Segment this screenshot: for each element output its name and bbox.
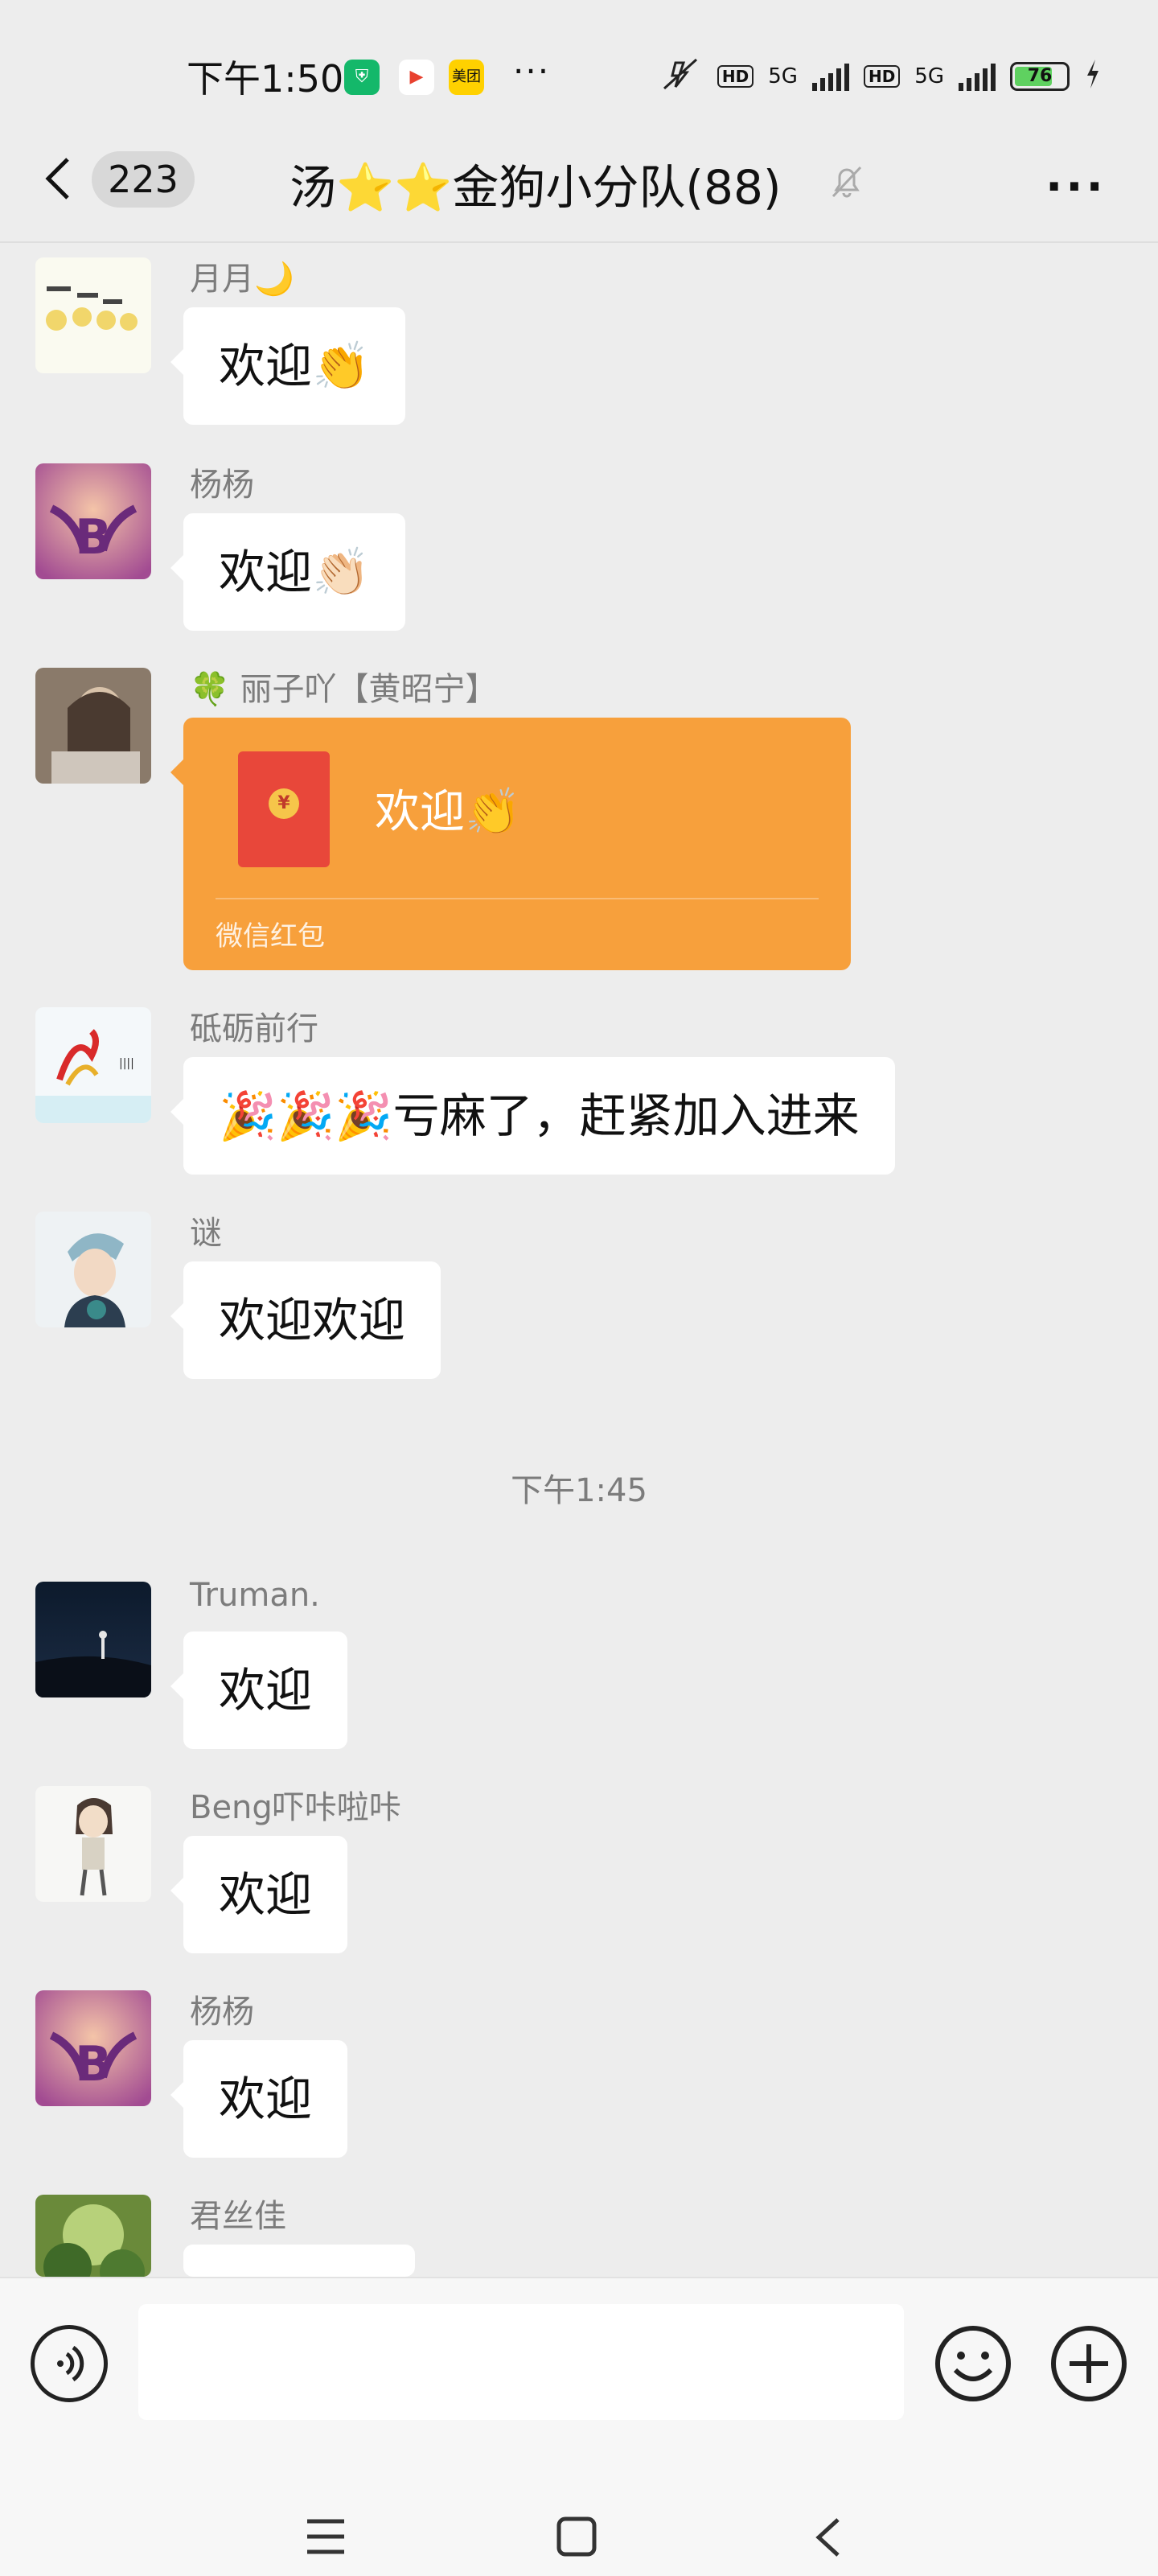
- message-bubble[interactable]: [170, 2245, 415, 2312]
- chat-timestamp: 下午1:45: [511, 1472, 647, 1509]
- message-bubble[interactable]: 欢迎👏: [170, 307, 406, 425]
- avatar[interactable]: B: [35, 463, 151, 579]
- input-bar: [0, 2277, 1158, 2576]
- message-bubble[interactable]: 🎉🎉🎉亏麻了，赶紧加入进来: [170, 1057, 895, 1175]
- muted-bell-icon: [827, 161, 867, 201]
- avatar[interactable]: ||||: [35, 1007, 151, 1123]
- nav-menu-button[interactable]: [306, 2518, 346, 2555]
- signal-icon-1: [811, 62, 849, 91]
- sender-name: 🍀 丽子吖【黄昭宁】: [190, 671, 498, 708]
- sender-name: Beng吓咔啦咔: [190, 1789, 401, 1826]
- nav-home-button[interactable]: [556, 2516, 597, 2557]
- shield-app-icon: ⛨: [344, 60, 380, 95]
- status-bar: 下午1:50 ⛨ ▶ 美团 ··· HD 5G HD 5G 76: [0, 0, 1158, 153]
- message-input[interactable]: [138, 2304, 904, 2420]
- more-functions-button[interactable]: [1049, 2323, 1129, 2404]
- sender-name: Truman.: [190, 1577, 320, 1614]
- menu-icon: [307, 2519, 344, 2554]
- back-button[interactable]: [42, 154, 74, 203]
- meituan-app-icon: 美团: [449, 60, 484, 95]
- voice-input-button[interactable]: [31, 2325, 108, 2402]
- status-indicators: HD 5G HD 5G 76: [659, 56, 1102, 97]
- battery-icon: 76: [1010, 62, 1070, 91]
- avatar[interactable]: B: [35, 1990, 151, 2106]
- status-more-dots: ···: [513, 51, 551, 91]
- network-label-1: 5G: [768, 64, 798, 88]
- sender-name: 杨杨: [190, 467, 254, 504]
- charging-icon: [1084, 58, 1102, 96]
- avatar[interactable]: [35, 1786, 151, 1902]
- red-envelope-icon: ¥: [238, 751, 330, 867]
- sender-name: 谜: [190, 1215, 222, 1252]
- svg-text:B: B: [75, 509, 112, 566]
- smiley-icon: [935, 2326, 1011, 2401]
- sender-name: 杨杨: [190, 1994, 254, 2031]
- message-bubble[interactable]: 欢迎: [170, 1632, 348, 1749]
- header-divider: [0, 241, 1158, 243]
- sender-name: 砥砺前行: [190, 1010, 318, 1047]
- mute-icon: [659, 56, 703, 97]
- system-nav-bar: [0, 2488, 1158, 2576]
- red-packet-divider: [216, 898, 819, 899]
- plus-circle-icon: [1051, 2326, 1127, 2401]
- red-packet-label: 微信红包: [216, 920, 325, 953]
- sender-name: 月月🌙: [190, 261, 294, 298]
- message-bubble[interactable]: 欢迎: [170, 1836, 348, 1953]
- nav-back-button[interactable]: [812, 2516, 844, 2558]
- svg-text:||||: ||||: [119, 1057, 134, 1070]
- hd-badge-2: HD: [863, 65, 901, 88]
- play-app-icon: ▶: [399, 60, 434, 95]
- avatar[interactable]: [35, 257, 151, 373]
- voice-icon: [57, 2345, 84, 2382]
- avatar[interactable]: [35, 1212, 151, 1327]
- square-home-icon: [556, 2516, 597, 2557]
- sender-name: 君丝佳: [190, 2198, 286, 2235]
- unread-count-badge[interactable]: 223: [92, 151, 195, 208]
- battery-level: 76: [1027, 66, 1053, 86]
- hd-badge-1: HD: [717, 65, 754, 88]
- message-bubble[interactable]: 欢迎欢迎: [170, 1261, 441, 1379]
- chevron-left-icon: [815, 2518, 840, 2557]
- message-bubble[interactable]: 欢迎👏🏻: [170, 513, 406, 631]
- red-packet-greeting: 欢迎👏: [375, 786, 521, 838]
- red-packet-card[interactable]: ¥ 欢迎👏 微信红包: [170, 718, 851, 970]
- more-options-button[interactable]: ···: [1045, 161, 1107, 213]
- signal-icon-2: [959, 62, 996, 91]
- svg-text:B: B: [75, 2036, 112, 2092]
- emoji-button[interactable]: [933, 2323, 1013, 2404]
- avatar[interactable]: [35, 2195, 151, 2277]
- status-time: 下午1:50: [187, 57, 344, 101]
- message-bubble[interactable]: 欢迎: [170, 2040, 348, 2158]
- yuan-coin-icon: ¥: [269, 788, 299, 819]
- avatar[interactable]: [35, 1582, 151, 1697]
- network-label-2: 5G: [914, 64, 944, 88]
- chevron-left-icon: [45, 158, 69, 200]
- avatar[interactable]: [35, 668, 151, 784]
- chat-title: 汤⭐⭐金狗小分队(88): [290, 160, 782, 215]
